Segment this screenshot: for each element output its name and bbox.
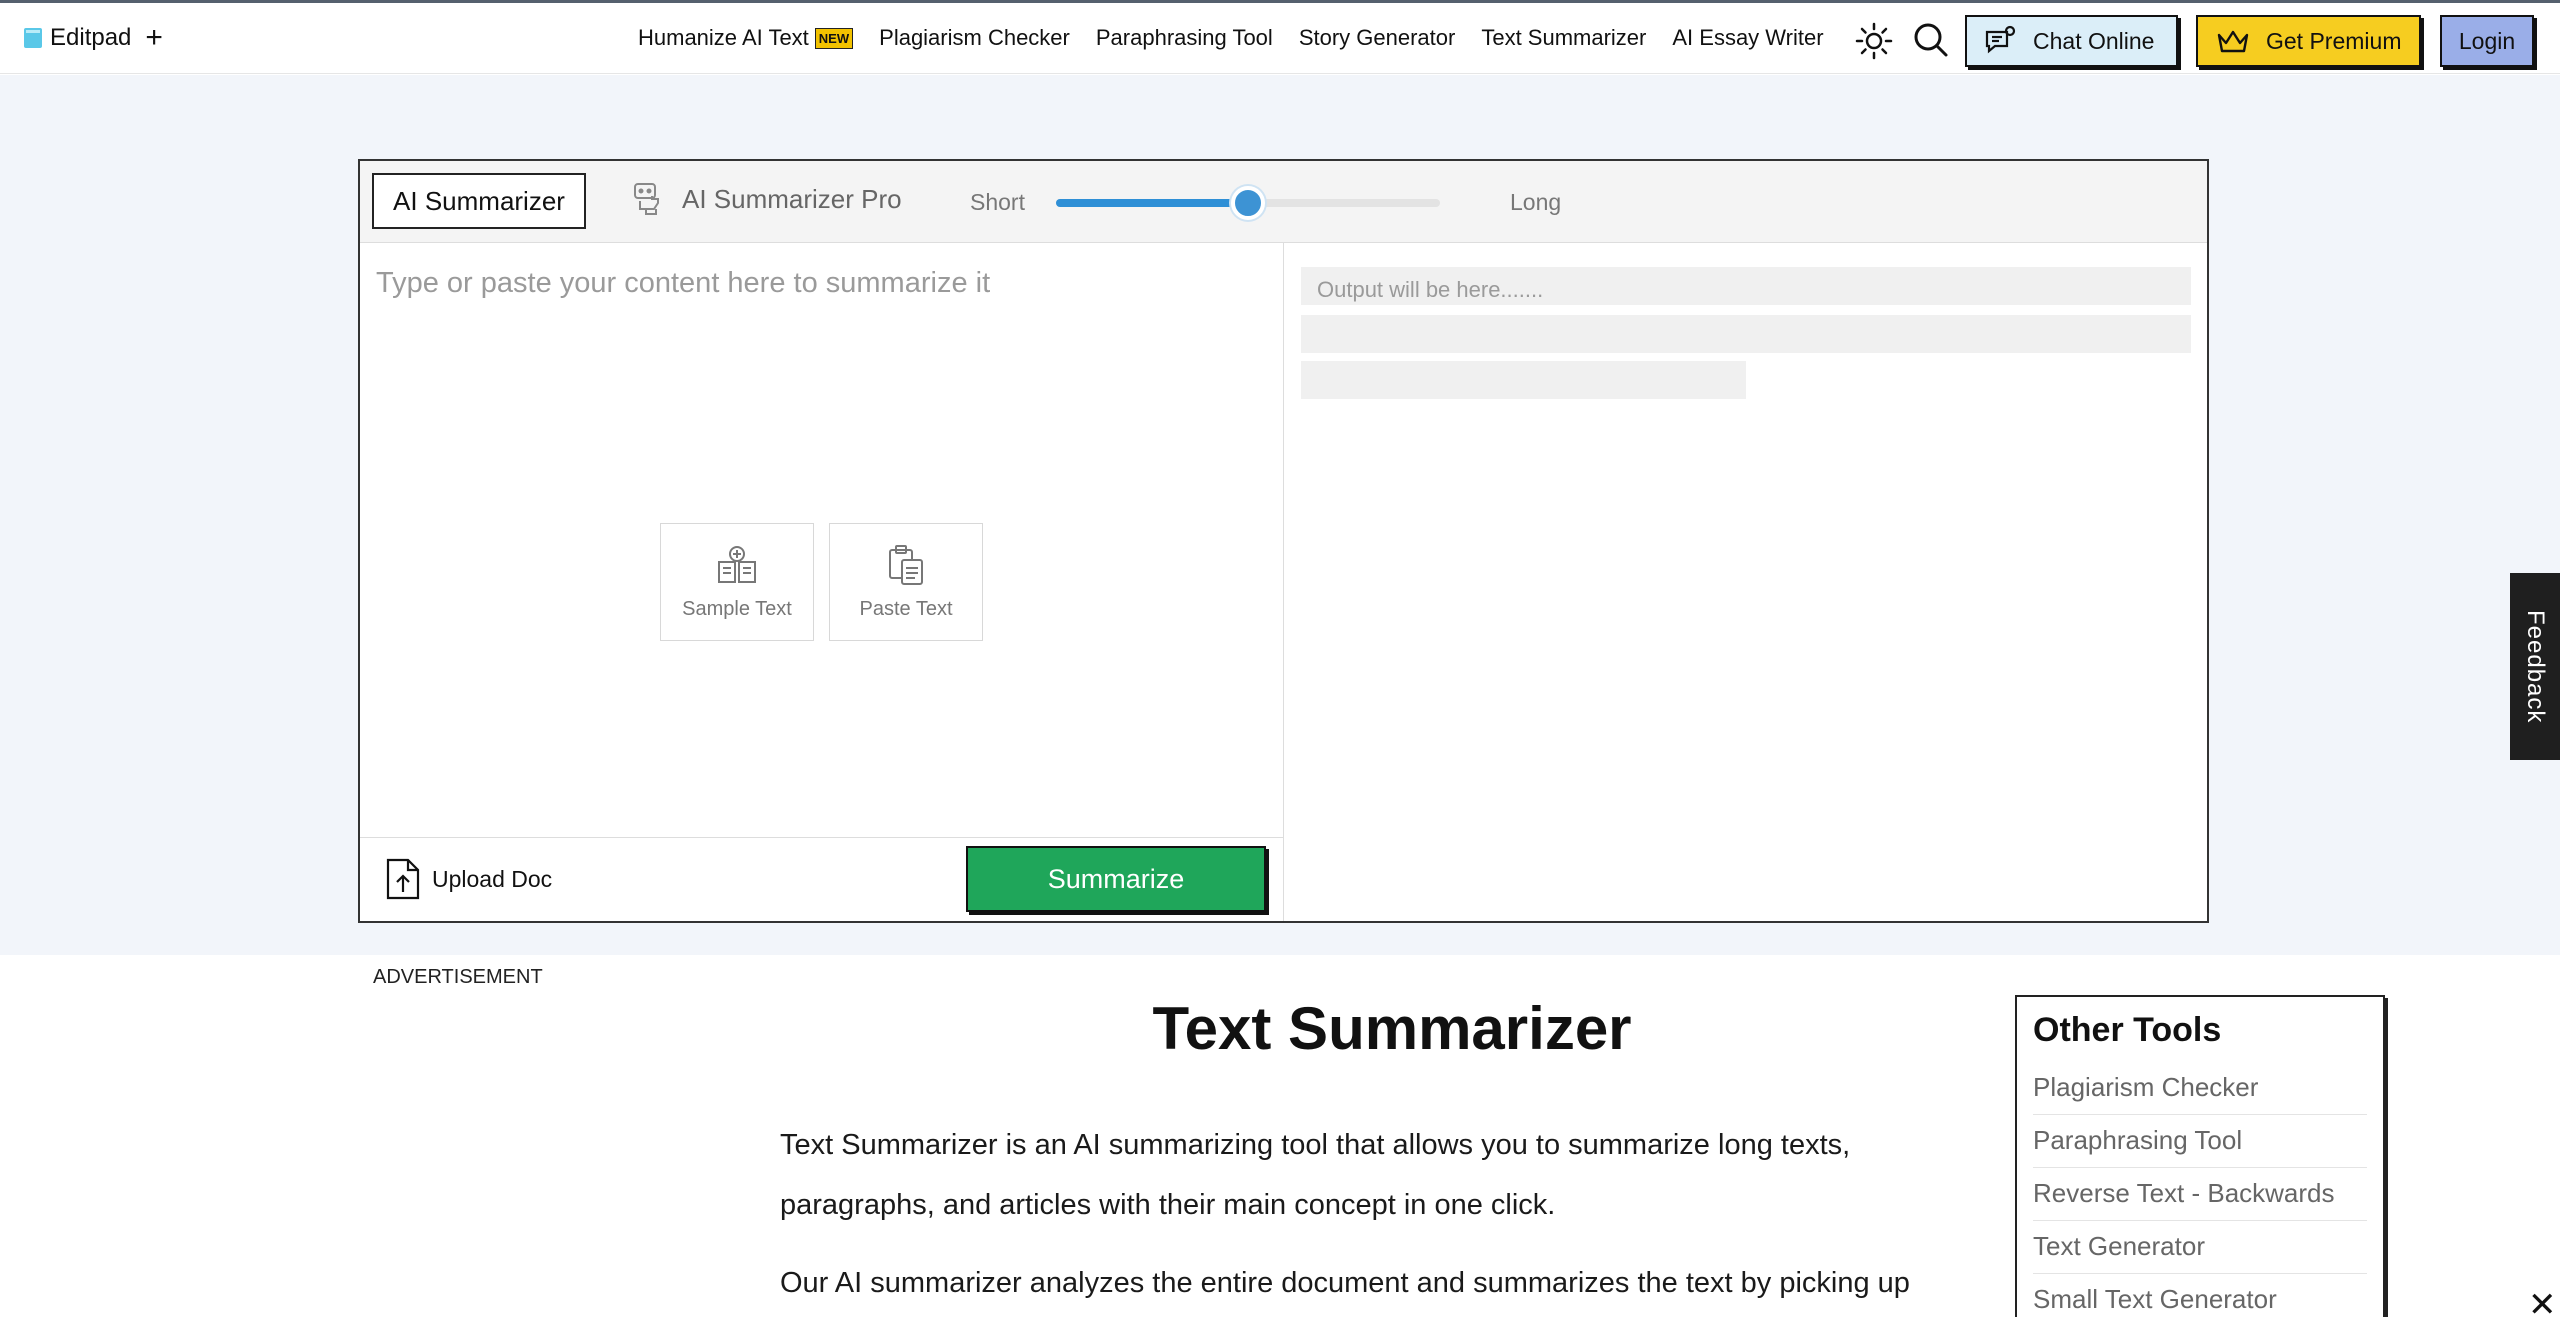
other-tool-link[interactable]: Paraphrasing Tool bbox=[2033, 1115, 2367, 1168]
input-footer: Upload Doc Summarize bbox=[360, 837, 1283, 921]
get-premium-button[interactable]: Get Premium bbox=[2196, 15, 2421, 67]
chat-online-button[interactable]: Chat Online bbox=[1965, 15, 2178, 67]
clipboard-icon bbox=[889, 544, 923, 585]
paste-text-button[interactable]: Paste Text bbox=[829, 523, 983, 641]
output-placeholder: Output will be here....... bbox=[1317, 277, 1544, 302]
logo[interactable]: Editpad + bbox=[20, 23, 163, 53]
description-paragraph: Our AI summarizer analyzes the entire do… bbox=[780, 1267, 1910, 1299]
intro-paragraph: Text Summarizer is an AI summarizing too… bbox=[780, 1129, 1851, 1221]
other-tool-link[interactable]: Plagiarism Checker bbox=[2033, 1062, 2367, 1115]
nav-story-generator[interactable]: Story Generator bbox=[1299, 25, 1456, 51]
advertisement-label: ADVERTISEMENT bbox=[373, 966, 543, 988]
top-navigation: Editpad + Humanize AI Text NEW Plagiaris… bbox=[0, 0, 2560, 74]
slider-fill bbox=[1056, 199, 1248, 207]
summary-length-slider[interactable] bbox=[1056, 186, 1440, 220]
summarize-button[interactable]: Summarize bbox=[966, 846, 1266, 912]
feedback-label: Feedback bbox=[2522, 609, 2549, 724]
logo-icon bbox=[24, 28, 42, 48]
length-long-label: Long bbox=[1510, 189, 1562, 215]
get-premium-label: Get Premium bbox=[2266, 27, 2402, 54]
other-tool-link[interactable]: Reverse Text - Backwards bbox=[2033, 1168, 2367, 1221]
sample-doc-icon bbox=[718, 545, 756, 583]
login-button[interactable]: Login bbox=[2440, 15, 2534, 67]
input-pane[interactable]: Type or paste your content here to summa… bbox=[360, 243, 1284, 921]
other-tools-panel: Other Tools Plagiarism Checker Paraphras… bbox=[2015, 995, 2385, 1317]
robot-hand-icon bbox=[634, 183, 659, 215]
sun-icon[interactable] bbox=[1854, 21, 1894, 61]
output-skeleton-line bbox=[1301, 361, 1746, 399]
chat-icon bbox=[1985, 25, 2016, 54]
main-nav: Humanize AI Text NEW Plagiarism Checker … bbox=[638, 25, 1824, 51]
close-icon[interactable]: ✕ bbox=[2528, 1288, 2557, 1317]
sample-text-label: Sample Text bbox=[682, 597, 792, 620]
feedback-tab[interactable]: Feedback bbox=[2510, 573, 2560, 760]
length-short-label: Short bbox=[970, 189, 1025, 215]
upload-icon bbox=[386, 858, 420, 900]
other-tool-link[interactable]: Small Text Generator bbox=[2033, 1274, 2367, 1317]
paste-text-label: Paste Text bbox=[859, 597, 953, 620]
crown-icon bbox=[2217, 30, 2249, 53]
nav-label: Humanize AI Text bbox=[638, 25, 809, 50]
other-tool-link[interactable]: Text Generator bbox=[2033, 1221, 2367, 1274]
nav-text-summarizer[interactable]: Text Summarizer bbox=[1481, 25, 1646, 51]
nav-paraphrasing-tool[interactable]: Paraphrasing Tool bbox=[1096, 25, 1273, 51]
slider-thumb[interactable] bbox=[1231, 186, 1265, 220]
tool-header: AI Summarizer AI Summarizer Pro Short Lo… bbox=[360, 161, 2207, 243]
nav-ai-essay-writer[interactable]: AI Essay Writer bbox=[1672, 25, 1823, 51]
tab-pro-label: AI Summarizer Pro bbox=[682, 183, 902, 214]
new-badge: NEW bbox=[814, 27, 854, 49]
other-tools-title: Other Tools bbox=[2033, 1011, 2222, 1049]
page-title: Text Summarizer bbox=[1152, 995, 1632, 1062]
tab-ai-summarizer-pro[interactable]: AI Summarizer Pro bbox=[628, 179, 902, 219]
upload-doc-button[interactable]: Upload Doc bbox=[384, 858, 552, 900]
chat-online-label: Chat Online bbox=[2033, 27, 2155, 54]
nav-plagiarism-checker[interactable]: Plagiarism Checker bbox=[879, 25, 1070, 51]
nav-humanize-ai-text[interactable]: Humanize AI Text NEW bbox=[638, 25, 854, 51]
summarizer-tool: AI Summarizer AI Summarizer Pro Short Lo… bbox=[358, 159, 2209, 923]
logo-plus: + bbox=[145, 21, 163, 54]
output-pane: Output will be here....... bbox=[1285, 243, 2207, 921]
search-icon[interactable] bbox=[1912, 21, 1950, 59]
output-skeleton-line bbox=[1301, 315, 2191, 353]
sample-text-button[interactable]: Sample Text bbox=[660, 523, 814, 641]
upload-doc-label: Upload Doc bbox=[432, 865, 553, 892]
input-textarea-placeholder[interactable]: Type or paste your content here to summa… bbox=[376, 267, 990, 300]
tab-ai-summarizer[interactable]: AI Summarizer bbox=[372, 173, 586, 229]
logo-text: Editpad bbox=[50, 24, 132, 51]
